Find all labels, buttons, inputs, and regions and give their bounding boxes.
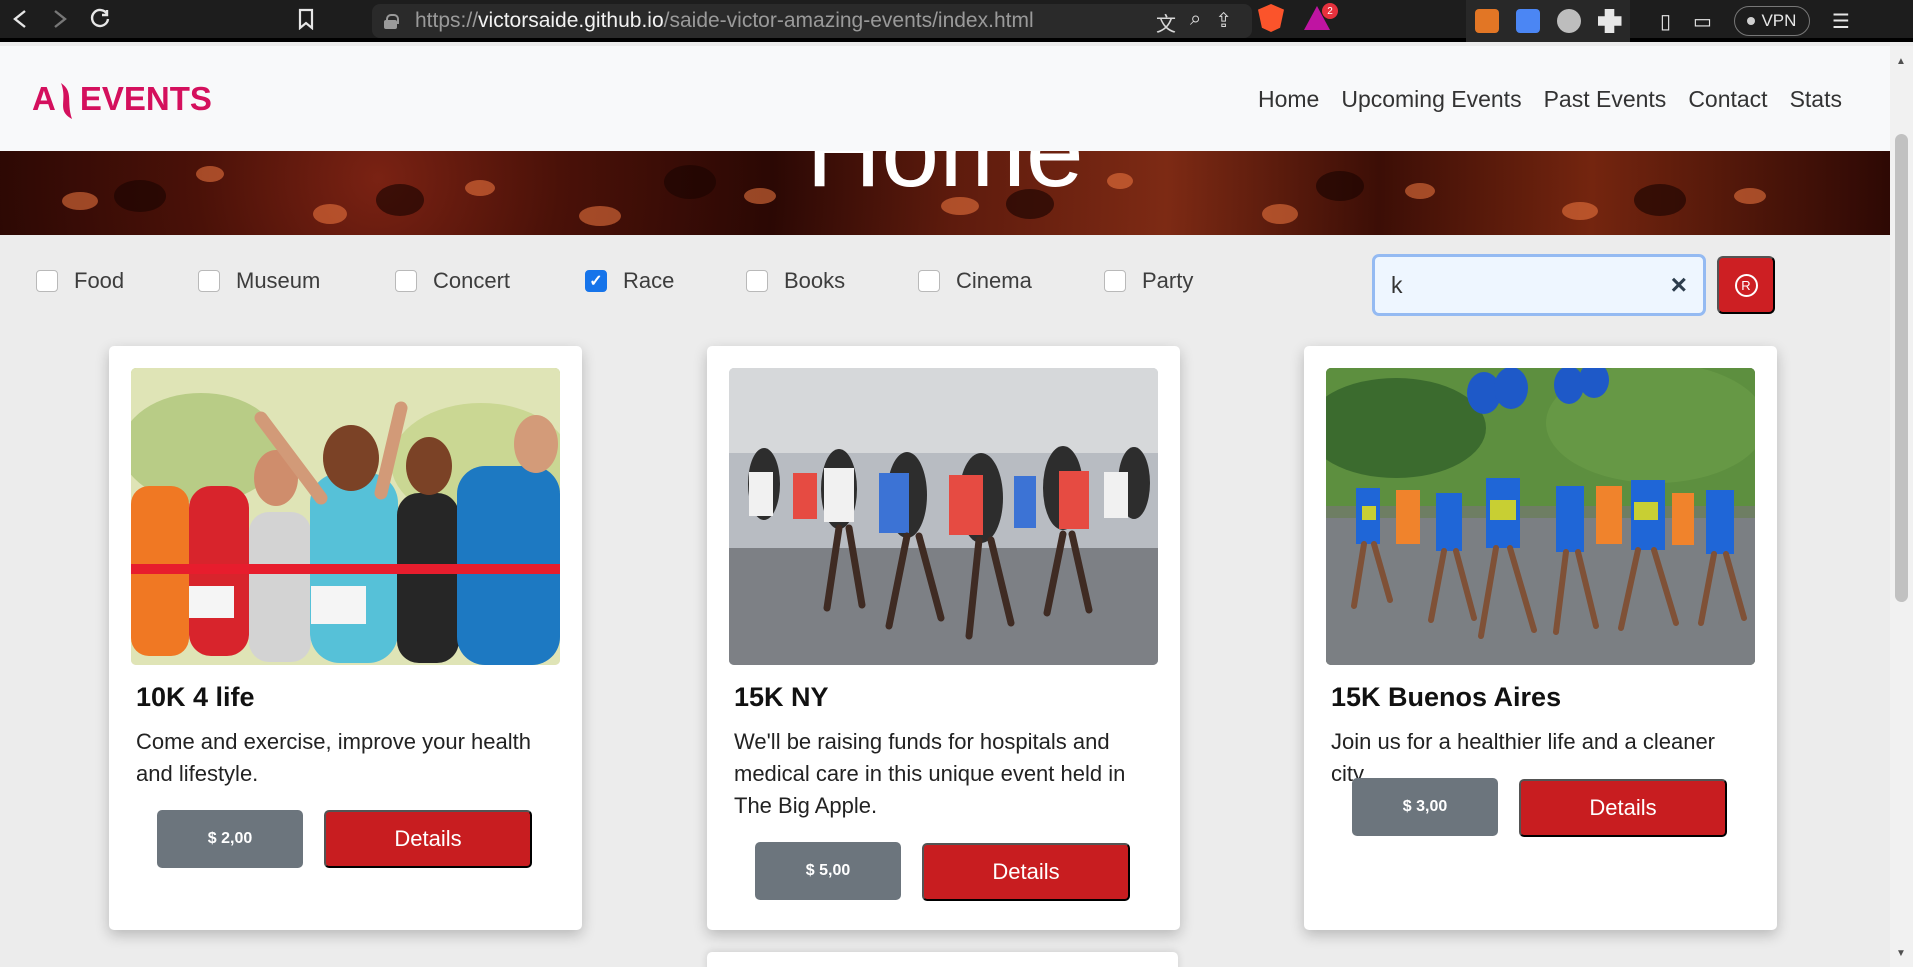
nav-contact[interactable]: Contact xyxy=(1688,86,1767,113)
browser-right-tools: ▯ ▭ VPN ☰ xyxy=(1660,0,1850,42)
zoom-icon[interactable]: ⌕ xyxy=(1190,8,1201,37)
url-host: victorsaide.github.io xyxy=(478,9,664,32)
page-content: Home A EVENTS Home Upcoming Events Past … xyxy=(0,46,1890,967)
race-checkbox[interactable]: ✓ xyxy=(585,270,607,292)
nav-home[interactable]: Home xyxy=(1258,86,1319,113)
metamask-extension-icon[interactable] xyxy=(1474,9,1499,33)
search-input[interactable] xyxy=(1375,257,1703,313)
clear-search-icon[interactable]: × xyxy=(1671,269,1687,301)
address-bar-tools: 文 ⌕ ⇪ xyxy=(1156,8,1232,37)
bookmark-icon[interactable] xyxy=(286,0,326,39)
flame-logo-icon xyxy=(56,81,80,119)
filter-cinema[interactable]: Cinema xyxy=(918,268,1032,294)
concert-checkbox[interactable] xyxy=(395,270,417,292)
museum-label: Museum xyxy=(236,268,321,293)
vpn-status-dot xyxy=(1747,17,1756,25)
food-checkbox[interactable] xyxy=(36,270,58,292)
brave-shields-icon[interactable] xyxy=(1258,4,1284,32)
event-description: We'll be raising funds for hospitals and… xyxy=(734,729,1126,818)
race-label: Race xyxy=(623,268,675,293)
logo-text: EVENTS xyxy=(79,80,212,117)
price-badge: $ 2,00 xyxy=(157,810,303,868)
rewards-count-badge: 2 xyxy=(1322,3,1338,19)
concert-label: Concert xyxy=(433,268,511,293)
logo-initial: A xyxy=(32,80,56,117)
event-title: 15K Buenos Aires xyxy=(1331,682,1562,712)
event-title: 10K 4 life xyxy=(136,682,255,712)
site-logo[interactable]: A EVENTS xyxy=(32,80,212,119)
extensions-puzzle-icon[interactable] xyxy=(1597,9,1622,33)
brave-rewards-icon[interactable]: 2 xyxy=(1304,3,1338,32)
nav-past-events[interactable]: Past Events xyxy=(1544,86,1667,113)
address-bar[interactable]: https://victorsaide.github.io/saide-vict… xyxy=(372,4,1252,38)
translate-icon[interactable]: 文 xyxy=(1156,8,1176,37)
translate-extension-icon[interactable] xyxy=(1515,9,1540,33)
food-label: Food xyxy=(74,268,125,293)
filter-party[interactable]: Party xyxy=(1104,268,1193,294)
event-card-partial xyxy=(707,952,1178,967)
books-checkbox[interactable] xyxy=(746,270,768,292)
filter-food[interactable]: Food xyxy=(36,268,124,294)
vpn-button[interactable]: VPN xyxy=(1733,6,1810,36)
browser-toolbar: https://victorsaide.github.io/saide-vict… xyxy=(0,0,1913,42)
event-image xyxy=(729,368,1158,665)
lock-icon xyxy=(384,13,399,29)
reload-icon[interactable] xyxy=(80,0,120,39)
browser-shield-area: 2 xyxy=(1258,3,1338,32)
search-box: × xyxy=(1372,254,1706,316)
details-button[interactable]: Details xyxy=(1519,779,1727,837)
event-description: Come and exercise, improve your health a… xyxy=(136,729,531,786)
party-checkbox[interactable] xyxy=(1104,270,1126,292)
back-icon[interactable] xyxy=(0,0,40,39)
museum-checkbox[interactable] xyxy=(198,270,220,292)
main-navigation: Home Upcoming Events Past Events Contact… xyxy=(1258,86,1842,113)
forward-icon[interactable] xyxy=(40,0,80,39)
reset-filters-button[interactable]: R xyxy=(1717,256,1775,314)
price-badge: $ 5,00 xyxy=(755,842,901,900)
vpn-label: VPN xyxy=(1761,11,1797,30)
cinema-checkbox[interactable] xyxy=(918,270,940,292)
scroll-up-icon[interactable]: ▲ xyxy=(1896,56,1906,67)
filter-race[interactable]: ✓ Race xyxy=(585,268,674,294)
event-card: 10K 4 life Come and exercise, improve yo… xyxy=(109,346,582,930)
scroll-thumb[interactable] xyxy=(1895,134,1908,602)
event-image xyxy=(131,368,560,665)
scroll-down-icon[interactable]: ▼ xyxy=(1896,948,1906,959)
books-label: Books xyxy=(784,268,846,293)
filter-concert[interactable]: Concert xyxy=(395,268,510,294)
filter-books[interactable]: Books xyxy=(746,268,845,294)
party-label: Party xyxy=(1142,268,1194,293)
event-card: 15K Buenos Aires Join us for a healthier… xyxy=(1304,346,1777,930)
site-navbar: A EVENTS Home Upcoming Events Past Event… xyxy=(0,46,1890,151)
nav-upcoming-events[interactable]: Upcoming Events xyxy=(1341,86,1521,113)
extensions-group xyxy=(1466,0,1630,42)
event-card: 15K NY We'll be raising funds for hospit… xyxy=(707,346,1180,930)
event-title: 15K NY xyxy=(734,682,829,712)
menu-icon[interactable]: ☰ xyxy=(1832,9,1850,34)
url-path: /saide-victor-amazing-events/index.html xyxy=(663,9,1034,32)
nav-stats[interactable]: Stats xyxy=(1790,86,1842,113)
reset-icon: R xyxy=(1734,273,1758,297)
url-scheme: https:// xyxy=(415,9,479,32)
marathon-runners-photo xyxy=(729,368,1158,665)
event-image xyxy=(1326,368,1755,665)
race-finish-photo xyxy=(131,368,560,665)
details-button[interactable]: Details xyxy=(324,810,532,868)
cinema-label: Cinema xyxy=(956,268,1032,293)
wallet-icon[interactable]: ▭ xyxy=(1693,9,1712,34)
filter-museum[interactable]: Museum xyxy=(198,268,320,294)
page-scrollbar[interactable]: ▲ ▼ xyxy=(1890,46,1913,967)
sidebar-icon[interactable]: ▯ xyxy=(1660,9,1671,34)
share-icon[interactable]: ⇪ xyxy=(1215,8,1232,37)
cat-extension-icon[interactable] xyxy=(1556,9,1581,33)
price-badge: $ 3,00 xyxy=(1352,778,1498,836)
details-button[interactable]: Details xyxy=(922,843,1130,901)
category-filters: Food Museum Concert ✓ Race Books Cinema P… xyxy=(36,268,1336,308)
buenos-aires-race-photo xyxy=(1326,368,1755,665)
